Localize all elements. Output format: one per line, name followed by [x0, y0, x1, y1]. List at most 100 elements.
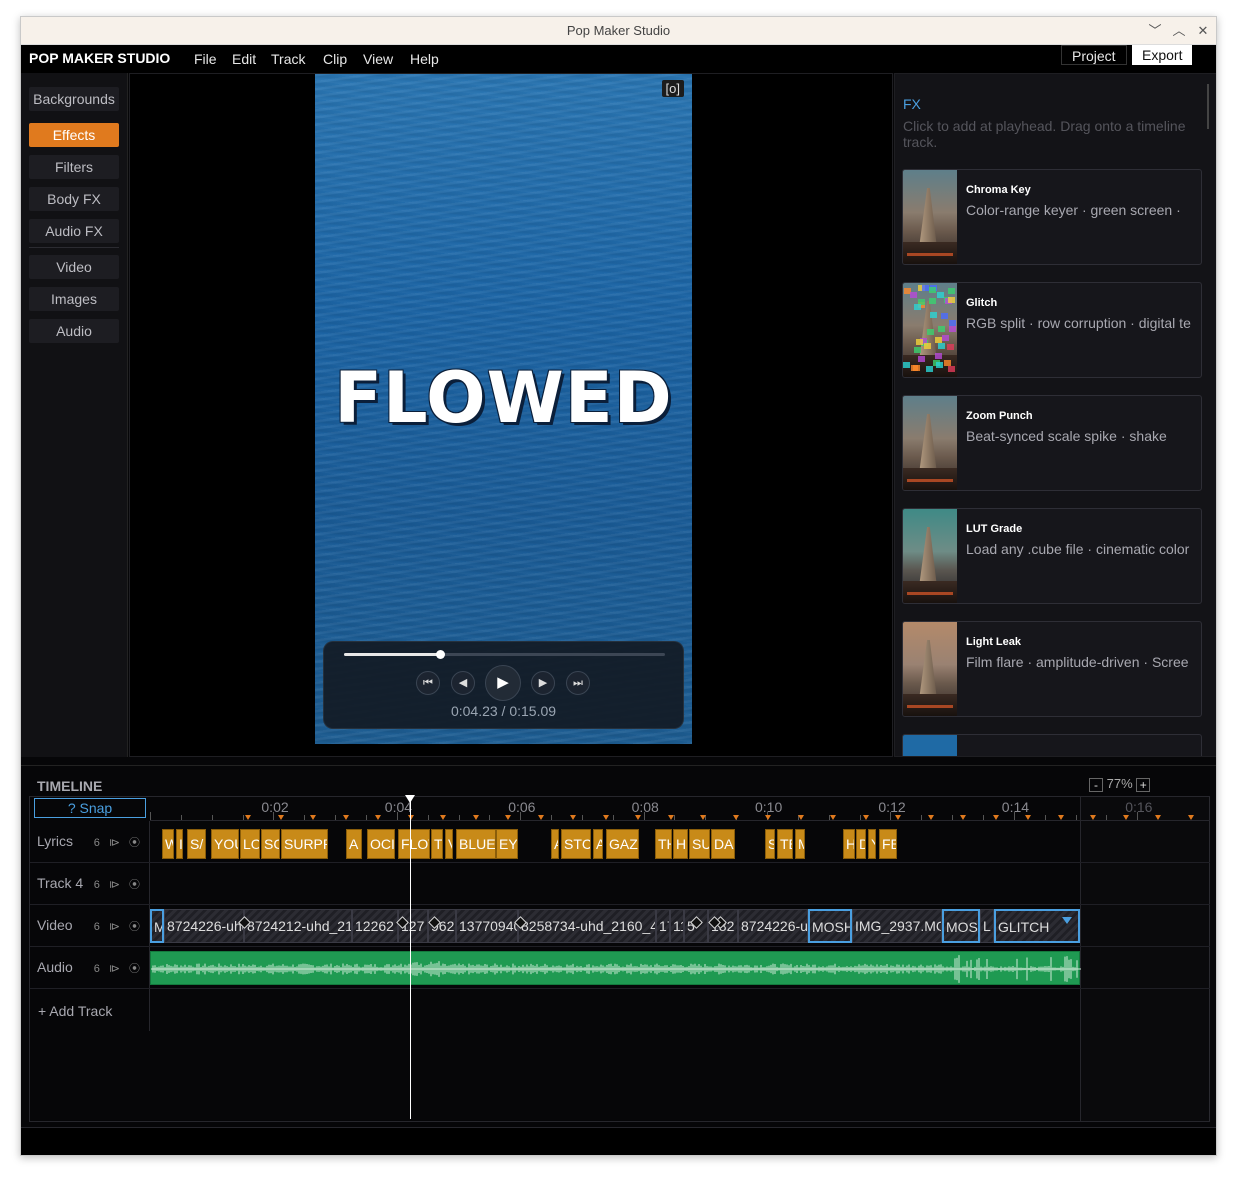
- sidebar-item-backgrounds[interactable]: Backgrounds: [29, 87, 119, 111]
- menu-track[interactable]: Track: [271, 51, 305, 67]
- lyric-clip[interactable]: M: [795, 829, 805, 859]
- lyric-clip[interactable]: SURPR: [281, 829, 328, 859]
- fx-card-name: Light Leak: [966, 636, 1022, 648]
- lyric-clip[interactable]: A: [551, 829, 559, 859]
- video-clip[interactable]: 8258734-uhd_2160_4: [518, 909, 656, 943]
- glitch-block: [903, 362, 910, 368]
- video-clip[interactable]: 13770940: [456, 909, 518, 943]
- lyric-clip[interactable]: TE: [777, 829, 793, 859]
- seek-handle[interactable]: [436, 650, 446, 659]
- ruler-tick: [458, 815, 460, 820]
- video-clip[interactable]: IMG_2937.MOV: [852, 909, 942, 943]
- preview-lyric-text: FLOWED: [334, 357, 673, 439]
- lyric-clip[interactable]: S/: [187, 829, 206, 859]
- time-ruler[interactable]: 0:02 0:04 0:06 0:08 0:10 0:12 0:14 0:16: [150, 797, 1210, 821]
- fx-scrollbar[interactable]: [1207, 84, 1209, 129]
- step-back-icon[interactable]: ◀: [451, 671, 475, 695]
- lyric-clip[interactable]: LO: [240, 829, 260, 859]
- lyric-clip[interactable]: H: [673, 829, 688, 859]
- skip-start-icon[interactable]: ⏮: [416, 671, 440, 695]
- lyric-clip[interactable]: BLUE: [456, 829, 496, 859]
- sidebar-item-filters[interactable]: Filters: [29, 155, 119, 179]
- close-icon[interactable]: ✕: [1193, 21, 1213, 41]
- beat-marker: [992, 815, 999, 820]
- track-controls-icon[interactable]: 6 ⧐ ⦿: [94, 918, 143, 934]
- project-button[interactable]: Project: [1061, 45, 1127, 65]
- fx-card-zoom-punch[interactable]: Zoom Punch Beat-synced scale spike · sha…: [902, 395, 1202, 491]
- lyric-clip[interactable]: S: [765, 829, 775, 859]
- skip-end-icon[interactable]: ⏭: [566, 671, 590, 695]
- video-clip[interactable]: MOSH: [808, 909, 852, 943]
- sidebar-item-audio-fx[interactable]: Audio FX: [29, 219, 119, 243]
- maximize-icon[interactable]: ︿: [1169, 21, 1189, 41]
- video-clip[interactable]: 17: [656, 909, 670, 943]
- menu-clip[interactable]: Clip: [323, 51, 347, 67]
- sidebar-item-images[interactable]: Images: [29, 287, 119, 311]
- lyric-clip[interactable]: V: [445, 829, 453, 859]
- video-clip[interactable]: MOSH: [942, 909, 980, 943]
- video-clip[interactable]: 8724212-uhd_21: [244, 909, 352, 943]
- audio-clip[interactable]: [150, 951, 1081, 985]
- lyric-clip[interactable]: STC: [561, 829, 591, 859]
- fx-card-chroma-key[interactable]: Chroma Key Color-range keyer · green scr…: [902, 169, 1202, 265]
- lyric-clip[interactable]: D: [856, 829, 866, 859]
- minimize-icon[interactable]: ﹀: [1145, 21, 1165, 41]
- ruler-tick: [952, 815, 954, 820]
- lyric-clip[interactable]: A: [346, 829, 362, 859]
- fx-card-light-leak[interactable]: Light Leak Film flare · amplitude-driven…: [902, 621, 1202, 717]
- lyric-clip[interactable]: T: [431, 829, 443, 859]
- track-controls-icon[interactable]: 6 ⧐ ⦿: [94, 960, 143, 976]
- video-clip[interactable]: 11: [670, 909, 684, 943]
- track-controls-icon[interactable]: 6 ⧐ ⦿: [94, 834, 143, 850]
- lyric-clip[interactable]: GAZ: [606, 829, 639, 859]
- zoom-in-button[interactable]: +: [1136, 777, 1151, 792]
- playhead[interactable]: [410, 799, 411, 1119]
- lyric-clip[interactable]: FE: [879, 829, 897, 859]
- preview-canvas[interactable]: [o] FLOWED ⏮ ◀ ▶ ▶ ⏭ 0:04.23 / 0:15.09: [315, 74, 692, 744]
- sidebar-item-video[interactable]: Video: [29, 255, 119, 279]
- lyric-clip[interactable]: YOU: [211, 829, 239, 859]
- fullscreen-icon[interactable]: [o]: [661, 80, 684, 97]
- zoom-out-button[interactable]: -: [1089, 777, 1103, 792]
- lyric-clip[interactable]: SU: [689, 829, 710, 859]
- sidebar-item-effects[interactable]: Effects: [29, 123, 119, 147]
- fx-card-glitch[interactable]: Glitch RGB split · row corruption · digi…: [902, 282, 1202, 378]
- lyric-clip[interactable]: W: [162, 829, 174, 859]
- video-clip[interactable]: 8724226-u: [738, 909, 808, 943]
- lyric-clip[interactable]: DA: [711, 829, 735, 859]
- sidebar: Backgrounds Effects Filters Body FX Audi…: [21, 73, 128, 757]
- fx-card-lut-grade[interactable]: LUT Grade Load any .cube file · cinemati…: [902, 508, 1202, 604]
- play-icon[interactable]: ▶: [485, 665, 521, 701]
- lyric-clip[interactable]: EY: [496, 829, 518, 859]
- lyric-clip[interactable]: OCI: [367, 829, 395, 859]
- step-forward-icon[interactable]: ▶: [531, 671, 555, 695]
- lyric-clip[interactable]: I: [176, 829, 183, 859]
- lyric-clip[interactable]: Y: [868, 829, 876, 859]
- lyric-clip[interactable]: TH: [655, 829, 672, 859]
- lyric-clip[interactable]: FLOV: [398, 829, 430, 859]
- menu-view[interactable]: View: [363, 51, 393, 67]
- menu-edit[interactable]: Edit: [232, 51, 256, 67]
- timeline-area: ? Snap 0:02 0:04 0:06 0:08 0:10 0:12 0:14 0:16 …: [29, 795, 1210, 1122]
- ruler-tick: [211, 815, 213, 820]
- video-clip[interactable]: 12262: [352, 909, 398, 943]
- fx-card-partial[interactable]: [902, 734, 1202, 756]
- track-name: Lyrics: [37, 833, 74, 849]
- menu-help[interactable]: Help: [410, 51, 439, 67]
- lyric-clip[interactable]: H: [843, 829, 855, 859]
- sidebar-item-audio[interactable]: Audio: [29, 319, 119, 343]
- clip-dropdown-icon[interactable]: [1062, 917, 1072, 924]
- snap-toggle[interactable]: ? Snap: [34, 798, 146, 818]
- menu-file[interactable]: File: [194, 51, 217, 67]
- lyric-clip[interactable]: A: [593, 829, 603, 859]
- video-clip[interactable]: M: [150, 909, 164, 943]
- export-button[interactable]: Export: [1132, 45, 1193, 65]
- video-clip[interactable]: 8724226-uhd: [164, 909, 244, 943]
- track-controls-icon[interactable]: 6 ⧐ ⦿: [94, 876, 143, 892]
- seek-bar[interactable]: [344, 650, 665, 659]
- lyric-clip[interactable]: SC: [261, 829, 280, 859]
- add-track-button[interactable]: + Add Track: [38, 1003, 112, 1019]
- sidebar-item-body-fx[interactable]: Body FX: [29, 187, 119, 211]
- video-clip[interactable]: GLITCH: [994, 909, 1080, 943]
- video-clip[interactable]: L: [980, 909, 994, 943]
